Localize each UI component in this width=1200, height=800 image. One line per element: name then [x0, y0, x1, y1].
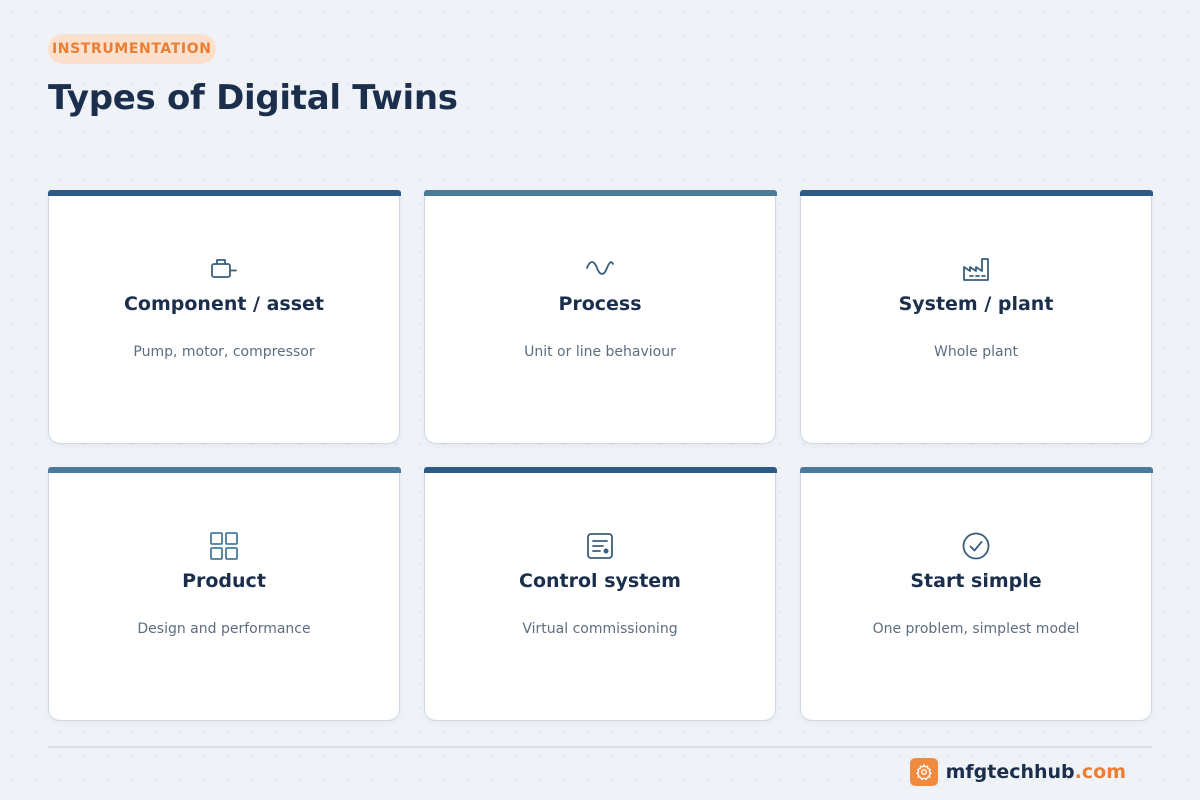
control-panel-icon [587, 533, 613, 559]
footer-divider [48, 746, 1152, 748]
card-description: Design and performance [137, 621, 311, 637]
card-control-system: Control system Virtual commissioning [423, 467, 777, 721]
card-component-asset: Component / asset Pump, motor, compresso… [47, 190, 401, 444]
engine-icon [211, 259, 237, 278]
card-accent-bar [799, 467, 1153, 473]
card-description: Virtual commissioning [522, 621, 678, 637]
brand-name: mfgtechhub [945, 761, 1075, 783]
gear-icon [909, 758, 938, 786]
brand-wordmark: mfgtechhub.com [946, 758, 1126, 786]
card-title: Control system [519, 570, 681, 592]
card-accent-bar [799, 190, 1153, 196]
card-title: Component / asset [123, 293, 325, 315]
card-title: Product [182, 570, 266, 592]
card-title: Process [558, 293, 642, 315]
card-title: System / plant [898, 293, 1054, 315]
card-description: One problem, simplest model [872, 621, 1080, 637]
card-description: Unit or line behaviour [524, 344, 676, 360]
check-circle-icon [962, 532, 990, 560]
card-accent-bar [423, 467, 777, 473]
brand-tld: .com [1074, 761, 1126, 783]
card-start-simple: Start simple One problem, simplest model [799, 467, 1153, 721]
card-accent-bar [423, 190, 777, 196]
card-grid: Component / asset Pump, motor, compresso… [47, 190, 1153, 721]
brand-logo-link[interactable]: mfgtechhub.com [909, 758, 1126, 786]
card-description: Pump, motor, compressor [133, 344, 315, 360]
grid-icon [210, 532, 238, 560]
card-process: Process Unit or line behaviour [423, 190, 777, 444]
category-tag: INSTRUMENTATION [48, 34, 216, 64]
card-accent-bar [47, 467, 401, 473]
card-accent-bar [47, 190, 401, 196]
card-system-plant: System / plant Whole plant [799, 190, 1153, 444]
wave-icon [586, 261, 614, 275]
card-title: Start simple [910, 570, 1042, 592]
factory-icon [963, 258, 989, 281]
card-description: Whole plant [934, 344, 1018, 360]
card-product: Product Design and performance [47, 467, 401, 721]
page-title: Types of Digital Twins [48, 78, 458, 118]
